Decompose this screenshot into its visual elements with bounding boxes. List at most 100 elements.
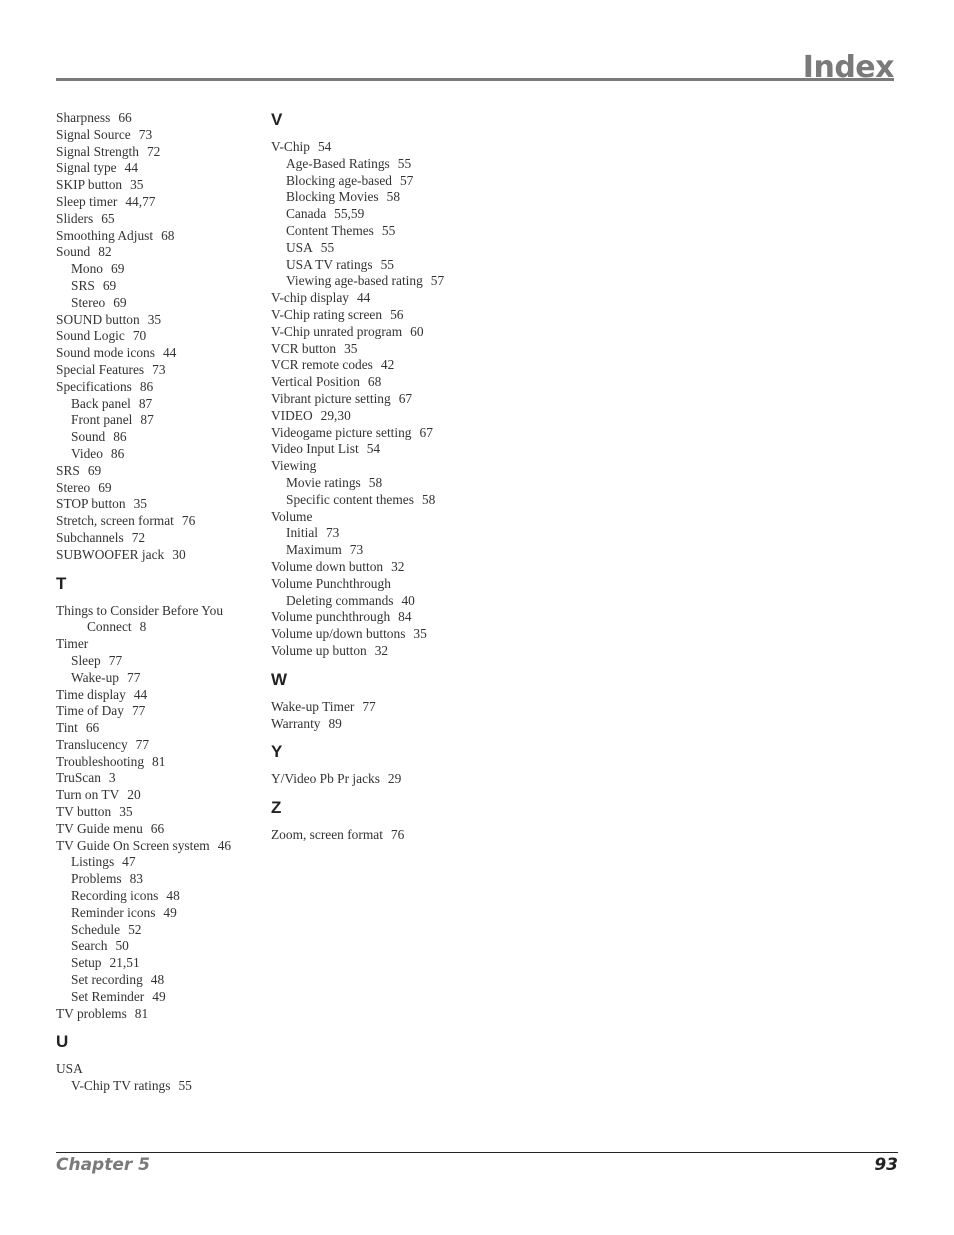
index-page-ref: 87 — [140, 412, 154, 428]
index-entry: Y/Video Pb Pr jacks 29 — [271, 771, 491, 788]
index-page-ref: 3 — [108, 770, 116, 786]
index-entry: Volume Punchthrough — [271, 576, 491, 593]
index-page-ref: 32 — [374, 642, 389, 658]
index-page-ref: 83 — [129, 871, 143, 887]
index-page-ref: 66 — [150, 820, 165, 836]
index-entry: V-Chip 54 — [271, 139, 491, 156]
index-entry: Translucency 77 — [56, 737, 256, 754]
index-term: Zoom, screen format — [271, 827, 383, 843]
index-page-ref: 48 — [150, 972, 165, 988]
index-letter-heading: U — [56, 1032, 69, 1052]
index-page-ref: 29,30 — [320, 407, 351, 423]
index-page-ref: 54 — [317, 139, 332, 154]
index-page-ref: 48 — [166, 888, 180, 904]
index-page-ref: 69 — [102, 277, 117, 293]
index-subentry: Set recording 48 — [56, 972, 256, 989]
index-entry: Warranty 89 — [271, 716, 491, 733]
index-page-ref: 86 — [110, 445, 125, 461]
index-page-ref: 32 — [391, 558, 405, 574]
index-term: Signal type — [56, 160, 117, 176]
index-term: USA TV ratings — [286, 256, 373, 272]
index-term: Videogame picture setting — [271, 424, 412, 440]
index-term: Front panel — [71, 412, 133, 428]
index-subentry: Setup 21,51 — [56, 955, 256, 972]
index-page-ref: 77 — [131, 703, 146, 719]
index-page-ref: 56 — [390, 306, 404, 322]
index-term: Set recording — [71, 972, 143, 988]
index-term: Content Themes — [286, 222, 374, 238]
index-page-ref: 47 — [122, 854, 136, 870]
index-term: Recording icons — [71, 888, 159, 904]
index-term: SKIP button — [56, 177, 123, 193]
index-term: Signal Strength — [56, 143, 139, 159]
index-term: Turn on TV — [56, 787, 120, 803]
index-page-ref: 77 — [108, 652, 123, 668]
index-subentry: Front panel 87 — [56, 412, 256, 429]
index-entry: TruScan 3 — [56, 770, 256, 787]
index-page-ref: 86 — [113, 429, 127, 445]
index-page-ref: 68 — [161, 227, 175, 243]
index-subentry: Deleting commands 40 — [271, 593, 491, 610]
index-page-ref: 76 — [181, 513, 196, 529]
index-entry: Vertical Position 68 — [271, 374, 491, 391]
index-page-ref: 77 — [127, 669, 141, 685]
index-entry: V-chip display 44 — [271, 290, 491, 307]
index-entry: Volume up button 32 — [271, 643, 491, 660]
index-page-ref: 20 — [127, 787, 141, 803]
index-entry: SOUND button 35 — [56, 312, 256, 329]
index-subentry: Blocking age-based 57 — [271, 173, 491, 190]
index-term: V-Chip — [271, 139, 310, 154]
index-entry: Special Features 73 — [56, 362, 256, 379]
index-page-ref: 44 — [124, 160, 139, 176]
index-subentry: SRS 69 — [56, 278, 256, 295]
index-subentry: Age-Based Ratings 55 — [271, 156, 491, 173]
index-column-right: V V-Chip 54 Age-Based Ratings 55 Blocking age… — [271, 110, 491, 844]
header-rule — [56, 78, 894, 81]
index-entry: Video Input List 54 — [271, 441, 491, 458]
index-term: Translucency — [56, 736, 128, 752]
index-entry: Volume down button 32 — [271, 559, 491, 576]
index-term: Subchannels — [56, 529, 124, 545]
index-term: SUBWOOFER jack — [56, 546, 165, 562]
index-subentry: Wake-up 77 — [56, 670, 256, 687]
index-page-ref: 57 — [399, 172, 414, 188]
index-term: Problems — [71, 871, 122, 887]
index-term: Schedule — [71, 921, 121, 937]
index-page-ref: 57 — [430, 273, 445, 289]
index-entry: Time display 44 — [56, 687, 256, 704]
index-letter-heading: Z — [271, 798, 282, 818]
index-entry: V-Chip rating screen 56 — [271, 307, 491, 324]
footer-page-number: 93 — [874, 1155, 898, 1175]
index-term: TV Guide menu — [56, 820, 143, 836]
index-subentry: Listings 47 — [56, 854, 256, 871]
index-page-ref: 66 — [85, 720, 100, 736]
index-page-ref: 70 — [132, 328, 147, 344]
index-entry: Sound 82 — [56, 244, 256, 261]
index-page-ref: 65 — [101, 210, 115, 226]
index-page-ref: 40 — [401, 592, 415, 608]
index-page-ref: 46 — [217, 837, 232, 853]
index-page-ref: 35 — [133, 496, 147, 512]
index-column-left: Sharpness 66 Signal Source 73 Signal Strengt… — [56, 110, 256, 1095]
index-term: Blocking age-based — [286, 172, 392, 188]
index-page-ref: 73 — [138, 126, 153, 142]
index-page-ref: 55 — [380, 256, 394, 272]
index-page-ref: 30 — [172, 546, 186, 562]
index-term: Vibrant picture setting — [271, 390, 391, 406]
index-entry: VCR button 35 — [271, 341, 491, 358]
index-term: Connect — [87, 619, 132, 635]
index-term: Volume Punchthrough — [271, 575, 391, 591]
index-page-ref: 73 — [325, 525, 340, 541]
index-term: Things to Consider Before You — [56, 602, 224, 618]
index-subentry: V-Chip TV ratings 55 — [56, 1078, 256, 1095]
index-term: Wake-up — [71, 669, 119, 685]
index-term: Volume up button — [271, 642, 367, 658]
index-entry: Signal Source 73 — [56, 127, 256, 144]
index-term: VCR button — [271, 340, 337, 356]
index-page-ref: 69 — [98, 479, 112, 495]
index-page-ref: 49 — [163, 904, 177, 920]
index-term: Movie ratings — [286, 474, 361, 490]
index-term: Stereo — [71, 294, 106, 310]
index-entry: VIDEO 29,30 — [271, 408, 491, 425]
index-subentry: Video 86 — [56, 446, 256, 463]
